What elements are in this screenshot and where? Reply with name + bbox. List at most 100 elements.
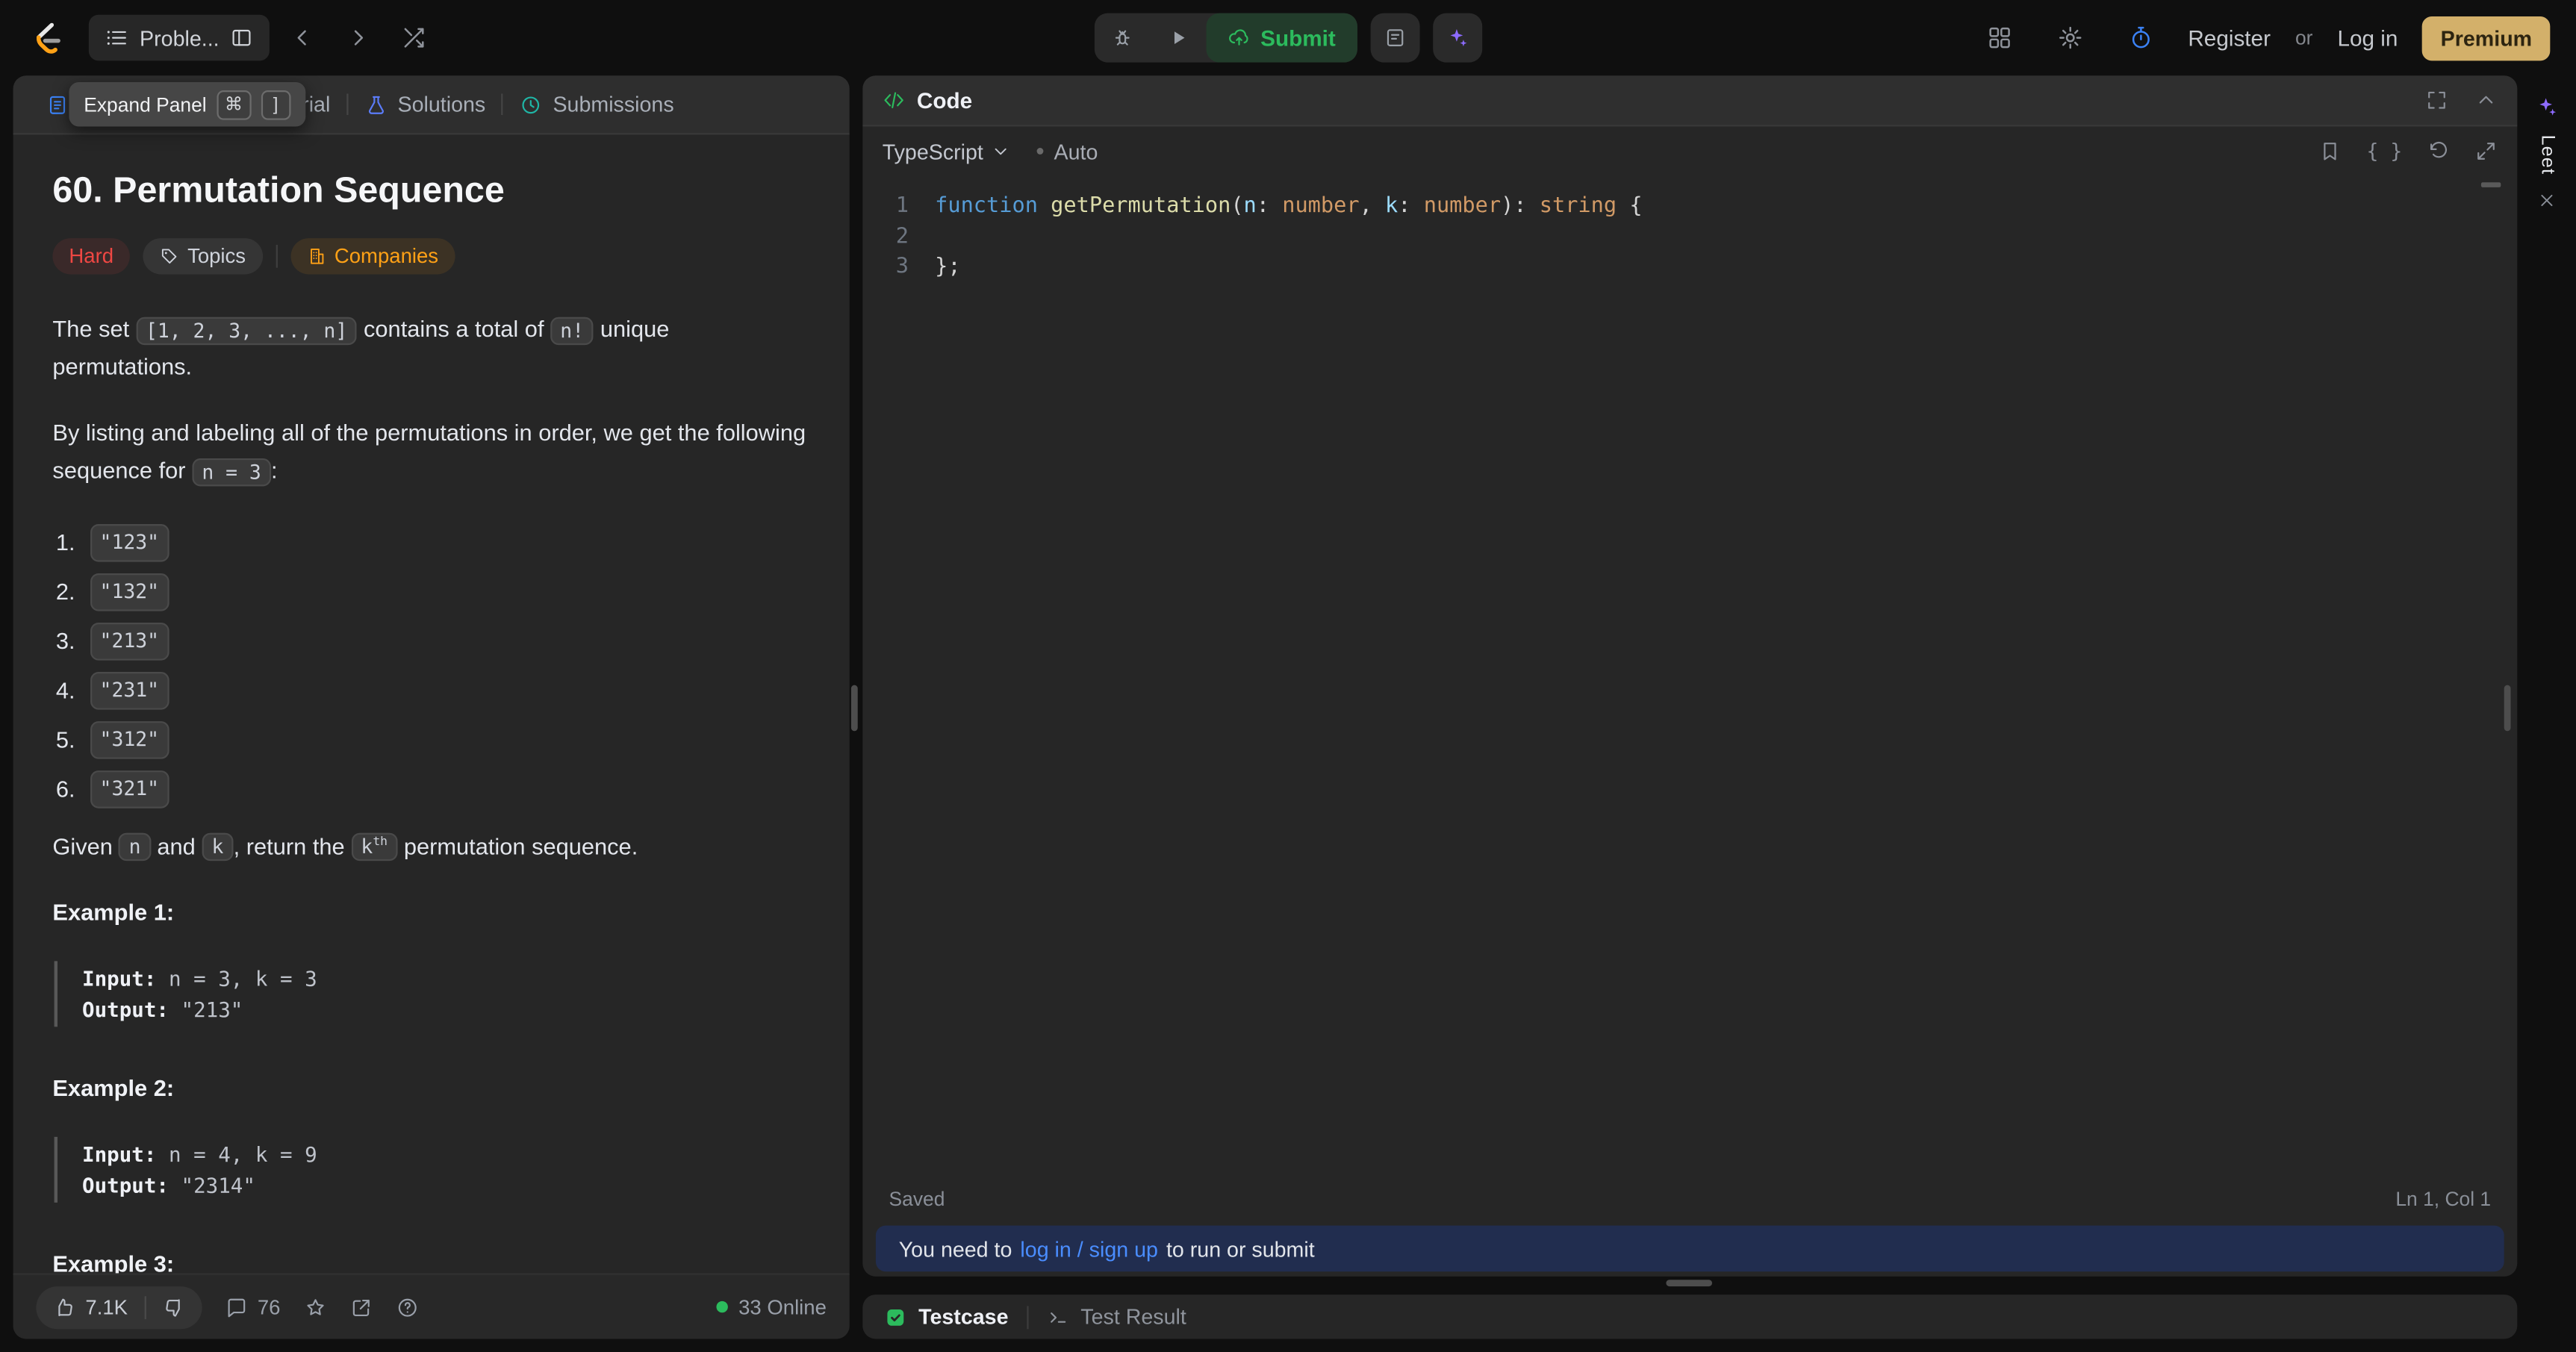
ai-assistant-button[interactable] bbox=[1433, 13, 1482, 63]
format-code-icon[interactable]: { } bbox=[2367, 140, 2403, 163]
inline-code: "132" bbox=[90, 574, 169, 611]
code-line[interactable] bbox=[935, 222, 2517, 253]
leetcode-logo-icon[interactable] bbox=[26, 18, 66, 57]
list-item: 3."213" bbox=[56, 617, 810, 667]
expand-panel-tooltip: Expand Panel ⌘ ] bbox=[69, 82, 305, 126]
favorite-button[interactable] bbox=[303, 1295, 326, 1318]
code-panel-header: Code bbox=[862, 75, 2517, 126]
editor-toolbar-icons: { } bbox=[2319, 140, 2498, 163]
monaco-editor[interactable]: 123 function getPermutation(n: number, k… bbox=[862, 175, 2517, 283]
edge-widget-label[interactable]: Leet bbox=[2537, 134, 2557, 175]
save-status: Saved bbox=[889, 1188, 945, 1211]
reset-code-icon[interactable] bbox=[2427, 140, 2450, 163]
run-cluster: Submit bbox=[1095, 13, 1357, 63]
note-icon bbox=[1384, 26, 1407, 49]
inline-code: "213" bbox=[90, 623, 169, 660]
layout-button[interactable] bbox=[1976, 15, 2022, 61]
inline-code: "312" bbox=[90, 722, 169, 758]
editor-statusbar: Saved Ln 1, Col 1 bbox=[862, 1181, 2517, 1217]
inline-code: [1, 2, 3, ..., n] bbox=[136, 317, 358, 344]
tab-testcase[interactable]: Testcase bbox=[884, 1304, 1009, 1329]
open-panel-icon bbox=[231, 26, 254, 49]
tab-submissions[interactable]: Submissions bbox=[503, 75, 690, 133]
online-status: 33 Online bbox=[718, 1295, 827, 1318]
fullscreen-icon[interactable] bbox=[2425, 89, 2448, 112]
terminal-icon bbox=[1046, 1305, 1069, 1328]
topics-badge[interactable]: Topics bbox=[143, 238, 262, 274]
share-button[interactable] bbox=[349, 1295, 373, 1318]
submit-button[interactable]: Submit bbox=[1207, 13, 1357, 63]
cmd-keycap: ⌘ bbox=[217, 90, 251, 119]
panel-resize-handle-vertical[interactable] bbox=[851, 685, 858, 732]
editor-toolbar: TypeScript Auto { } bbox=[862, 126, 2517, 175]
list-icon bbox=[105, 26, 128, 49]
timer-button[interactable] bbox=[2118, 15, 2164, 61]
navbar-left: Proble... bbox=[26, 15, 438, 61]
tab-test-result[interactable]: Test Result bbox=[1046, 1304, 1186, 1329]
login-banner: You need to log in / sign up to run or s… bbox=[876, 1226, 2504, 1272]
testcase-panel: Testcase Test Result bbox=[862, 1295, 2517, 1339]
companies-badge[interactable]: Companies bbox=[290, 238, 455, 274]
page-title: 60. Permutation Sequence bbox=[52, 169, 809, 212]
testcase-label: Testcase bbox=[918, 1304, 1008, 1329]
code-header-icons bbox=[2425, 89, 2498, 112]
random-problem-button[interactable] bbox=[392, 15, 438, 61]
code-line[interactable]: }; bbox=[935, 253, 2517, 284]
question-icon bbox=[396, 1295, 419, 1318]
tab-solutions[interactable]: Solutions bbox=[349, 75, 503, 133]
submissions-history-icon bbox=[520, 93, 543, 116]
example-block: Input: n = 3, k = 3Output: "213" bbox=[55, 961, 810, 1027]
badge-row: Hard Topics Companies bbox=[52, 238, 809, 274]
register-link[interactable]: Register bbox=[2188, 25, 2271, 50]
debug-button[interactable] bbox=[1095, 13, 1151, 63]
banner-suffix: to run or submit bbox=[1166, 1236, 1315, 1261]
minimap-marker bbox=[2481, 182, 2501, 187]
auto-label: Auto bbox=[1054, 139, 1098, 163]
run-button[interactable] bbox=[1151, 13, 1207, 63]
description-doc-icon bbox=[46, 93, 69, 116]
next-problem-button[interactable] bbox=[336, 15, 382, 61]
sidebar-resize-handle-vertical[interactable] bbox=[2504, 685, 2511, 732]
comments-button[interactable]: 76 bbox=[225, 1295, 281, 1318]
like-button[interactable]: 7.1K bbox=[36, 1286, 144, 1328]
debug-bug-icon bbox=[1111, 26, 1134, 49]
collapse-chevron-up-icon[interactable] bbox=[2474, 89, 2498, 112]
login-link[interactable]: Log in bbox=[2337, 25, 2398, 50]
bookmark-icon[interactable] bbox=[2319, 140, 2342, 163]
bracket-keycap: ] bbox=[261, 90, 290, 119]
prev-problem-button[interactable] bbox=[280, 15, 326, 61]
close-icon[interactable] bbox=[2537, 191, 2557, 211]
login-signup-link[interactable]: log in / sign up bbox=[1020, 1236, 1158, 1261]
list-item: 2."132" bbox=[56, 568, 810, 617]
code-line[interactable]: function getPermutation(n: number, k: nu… bbox=[935, 192, 2517, 222]
testcase-check-icon bbox=[884, 1305, 907, 1328]
star-icon bbox=[303, 1295, 326, 1318]
navbar-right: Register or Log in Premium bbox=[1976, 15, 2550, 61]
premium-button[interactable]: Premium bbox=[2422, 16, 2550, 60]
expand-editor-icon[interactable] bbox=[2474, 140, 2498, 163]
tooltip-label: Expand Panel bbox=[84, 93, 206, 116]
language-select[interactable]: TypeScript bbox=[883, 139, 1012, 163]
topics-label: Topics bbox=[187, 245, 246, 268]
panel-resize-handle-horizontal[interactable] bbox=[1666, 1280, 1712, 1286]
tag-icon bbox=[160, 246, 179, 266]
thumbs-down-icon bbox=[162, 1295, 185, 1318]
submit-label: Submit bbox=[1260, 25, 1336, 50]
code-brackets-icon bbox=[883, 89, 906, 112]
difficulty-badge[interactable]: Hard bbox=[52, 238, 130, 274]
notes-button[interactable] bbox=[1370, 13, 1419, 63]
tab-solutions-label: Solutions bbox=[398, 92, 486, 116]
chevron-left-icon bbox=[290, 25, 316, 51]
testcase-header: Testcase Test Result bbox=[862, 1295, 2517, 1339]
settings-button[interactable] bbox=[2047, 15, 2093, 61]
dislike-button[interactable] bbox=[146, 1286, 202, 1328]
inline-code: k bbox=[202, 833, 233, 861]
problem-list-button[interactable]: Proble... bbox=[89, 15, 270, 61]
auto-toggle[interactable]: Auto bbox=[1038, 139, 1098, 163]
extension-edge-widget: Leet bbox=[2517, 75, 2576, 1339]
problem-footer: 7.1K 76 33 Online bbox=[13, 1273, 850, 1339]
problem-description: 60. Permutation Sequence Hard Topics Com… bbox=[13, 137, 850, 1274]
example-block: Input: n = 4, k = 9Output: "2314" bbox=[55, 1136, 810, 1202]
code-tab[interactable]: Code bbox=[883, 88, 972, 113]
help-button[interactable] bbox=[396, 1295, 419, 1318]
